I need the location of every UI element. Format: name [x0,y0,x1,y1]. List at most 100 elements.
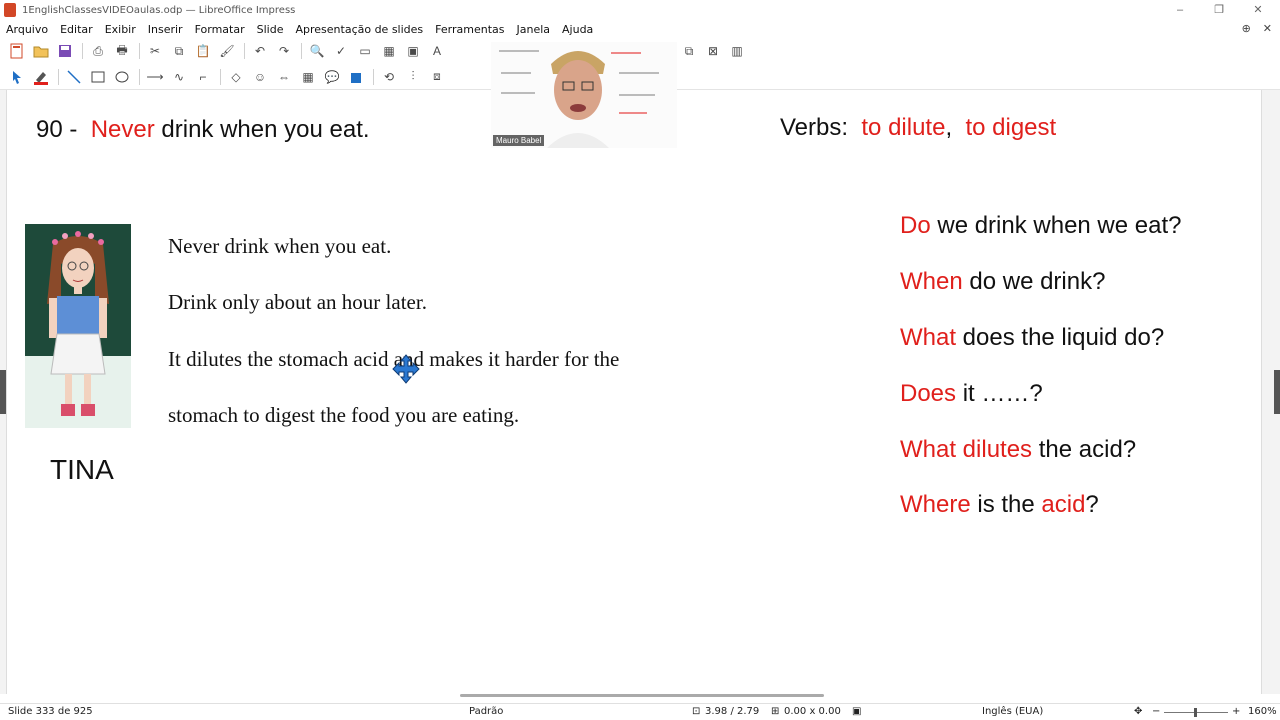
slide-title[interactable]: 90 - Never drink when you eat. [36,116,370,144]
impress-app-icon [4,3,16,17]
toolbar-separator [244,43,245,59]
paste-icon[interactable]: 📋 [192,41,214,61]
toolbar-separator [373,68,374,85]
toolbar-separator [58,68,59,85]
zoom-slider-knob[interactable] [1194,708,1197,717]
line-color-icon[interactable] [30,67,52,87]
fit-slide-icon[interactable]: ✥ [1134,706,1142,717]
globe-icon[interactable]: ⊕ [1242,20,1251,38]
print-icon[interactable]: 🖶 [111,41,133,61]
zoom-level[interactable]: 160% [1248,706,1277,717]
curve-tool-icon[interactable]: ∿ [168,67,190,87]
fontwork-icon[interactable]: A [426,41,448,61]
table-icon[interactable]: ▦ [378,41,400,61]
flowchart-icon[interactable]: ▦ [297,67,319,87]
menu-ajuda[interactable]: Ajuda [556,23,599,36]
question-4[interactable]: Does it ……? [900,380,1043,408]
character-name: TINA [50,454,114,485]
align-icon[interactable]: ⫶ [402,67,424,87]
menu-slide[interactable]: Slide [251,23,290,36]
arrange-icon[interactable]: ⧈ [426,67,448,87]
move-cursor-icon [392,354,420,384]
question-3[interactable]: What does the liquid do? [900,324,1164,352]
close-button[interactable]: ✕ [1238,0,1278,20]
toolbar-separator [220,68,221,85]
menu-arquivo[interactable]: Arquivo [0,23,54,36]
menu-apresentacao[interactable]: Apresentação de slides [289,23,429,36]
language-indicator[interactable]: Inglês (EUA) [982,706,1043,717]
title-bar: 1EnglishClassesVIDEOaulas.odp — LibreOff… [0,0,1280,20]
select-arrow-icon[interactable] [6,67,28,87]
find-replace-icon[interactable]: 🔍 [306,41,328,61]
block-arrows-icon[interactable]: ⇔ [273,67,295,87]
horizontal-scrollbar[interactable] [460,694,824,697]
image-icon[interactable]: ▣ [402,41,424,61]
question-5[interactable]: What dilutes the acid? [900,436,1136,464]
slide-workspace: 90 - Never drink when you eat. Verbs: to… [0,90,1280,694]
verb-separator: , [945,114,953,141]
rectangle-tool-icon[interactable] [87,67,109,87]
object-size: 0.00 x 0.00 [784,706,841,717]
clone-formatting-icon[interactable]: 🖌 [216,41,238,61]
spelling-icon[interactable]: ✓ [330,41,352,61]
copy-icon[interactable]: ⧉ [168,41,190,61]
zoom-out-button[interactable]: − [1152,706,1160,717]
question-2[interactable]: When do we drink? [900,268,1105,296]
presenter-name: Mauro Babel [493,135,545,146]
menu-exibir[interactable]: Exibir [99,23,142,36]
webcam-overlay: Mauro Babel [491,42,677,148]
duplicate-slide-icon[interactable]: ⧉ [678,41,700,61]
menu-inserir[interactable]: Inserir [142,23,189,36]
body-line-4[interactable]: stomach to digest the food you are eatin… [168,403,519,428]
position-icon: ⊡ [692,706,701,717]
line-tool-icon[interactable] [63,67,85,87]
close-document-icon[interactable]: ✕ [1263,20,1272,38]
status-bar: Slide 333 de 925 Padrão ⊡ 3.98 / 2.79 ⊞ … [0,703,1280,720]
minimize-button[interactable]: – [1160,0,1200,20]
undo-icon[interactable]: ↶ [249,41,271,61]
title-rest: drink when you eat. [161,116,370,143]
question-1[interactable]: Do we drink when we eat? [900,212,1182,240]
save-status-icon[interactable]: ▣ [852,706,861,717]
right-panel-handle[interactable] [1274,370,1280,414]
body-line-1[interactable]: Never drink when you eat. [168,234,391,259]
restore-button[interactable]: ❐ [1199,0,1239,20]
delete-slide-icon[interactable]: ⊠ [702,41,724,61]
save-icon[interactable] [54,41,76,61]
title-emphasis: Never [90,116,155,143]
menu-bar: Arquivo Editar Exibir Inserir Formatar S… [0,20,1280,38]
slide-master-icon[interactable]: ▥ [726,41,748,61]
verb-digest: to digest [965,114,1057,141]
menu-janela[interactable]: Janela [510,23,556,36]
size-icon: ⊞ [771,706,780,717]
connector-icon[interactable]: ⌐ [192,67,214,87]
redo-icon[interactable]: ↷ [273,41,295,61]
toolbar-separator [301,43,302,59]
basic-shapes-icon[interactable]: ◇ [225,67,247,87]
ellipse-tool-icon[interactable] [111,67,133,87]
arrow-line-icon[interactable]: ⟶ [144,67,166,87]
export-pdf-icon[interactable]: ⎙ [87,41,109,61]
rotate-icon[interactable]: ⟲ [378,67,400,87]
verbs-label: Verbs: [780,114,849,141]
callout-icon[interactable]: 💬 [321,67,343,87]
menu-ferramentas[interactable]: Ferramentas [429,23,510,36]
body-line-2[interactable]: Drink only about an hour later. [168,290,427,315]
cursor-position: 3.98 / 2.79 [705,706,760,717]
3d-object-icon[interactable] [345,67,367,87]
new-document-icon[interactable] [6,41,28,61]
menu-formatar[interactable]: Formatar [189,23,251,36]
cut-icon[interactable]: ✂ [144,41,166,61]
question-6[interactable]: Where is the acid? [900,491,1099,519]
symbol-shapes-icon[interactable]: ☺ [249,67,271,87]
slide-layout-name[interactable]: Padrão [469,706,503,717]
open-folder-icon[interactable] [30,41,52,61]
toolbar-separator [82,43,83,59]
display-views-icon[interactable]: ▭ [354,41,376,61]
zoom-in-button[interactable]: + [1232,706,1240,717]
slide-canvas[interactable]: 90 - Never drink when you eat. Verbs: to… [6,90,1262,694]
verbs-line[interactable]: Verbs: to dilute, to digest [780,114,1056,142]
tina-avatar-image[interactable] [25,224,131,428]
menu-editar[interactable]: Editar [54,23,99,36]
verb-dilute: to dilute [861,114,946,141]
